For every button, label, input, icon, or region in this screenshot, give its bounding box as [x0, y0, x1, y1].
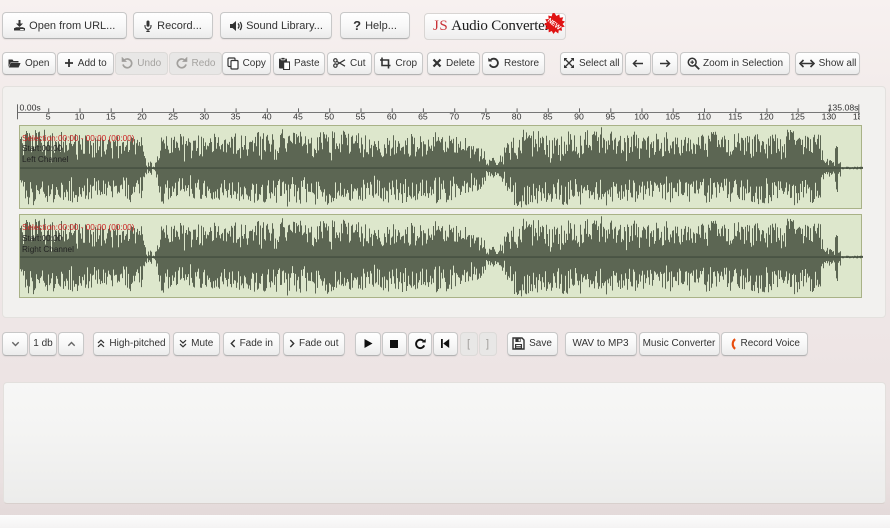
svg-text:135: 135: [853, 112, 860, 122]
svg-text:130: 130: [822, 112, 837, 122]
svg-text:0.00s: 0.00s: [20, 103, 42, 113]
svg-text:115: 115: [728, 112, 742, 122]
svg-text:35: 35: [231, 112, 241, 122]
svg-text:75: 75: [481, 112, 491, 122]
svg-text:80: 80: [512, 112, 522, 122]
svg-text:40: 40: [262, 112, 272, 122]
svg-text:85: 85: [543, 112, 553, 122]
svg-text:20: 20: [137, 112, 147, 122]
svg-text:65: 65: [418, 112, 428, 122]
svg-text:45: 45: [293, 112, 303, 122]
svg-text:105: 105: [665, 112, 680, 122]
svg-text:25: 25: [168, 112, 178, 122]
svg-text:30: 30: [199, 112, 209, 122]
svg-text:70: 70: [449, 112, 459, 122]
svg-text:95: 95: [605, 112, 615, 122]
svg-text:50: 50: [324, 112, 334, 122]
svg-text:15: 15: [106, 112, 116, 122]
svg-text:100: 100: [634, 112, 649, 122]
svg-text:125: 125: [790, 112, 805, 122]
svg-text:90: 90: [574, 112, 584, 122]
svg-text:60: 60: [387, 112, 397, 122]
svg-text:55: 55: [356, 112, 366, 122]
svg-text:5: 5: [46, 112, 51, 122]
svg-text:110: 110: [697, 112, 711, 122]
svg-text:10: 10: [75, 112, 85, 122]
svg-text:120: 120: [759, 112, 774, 122]
